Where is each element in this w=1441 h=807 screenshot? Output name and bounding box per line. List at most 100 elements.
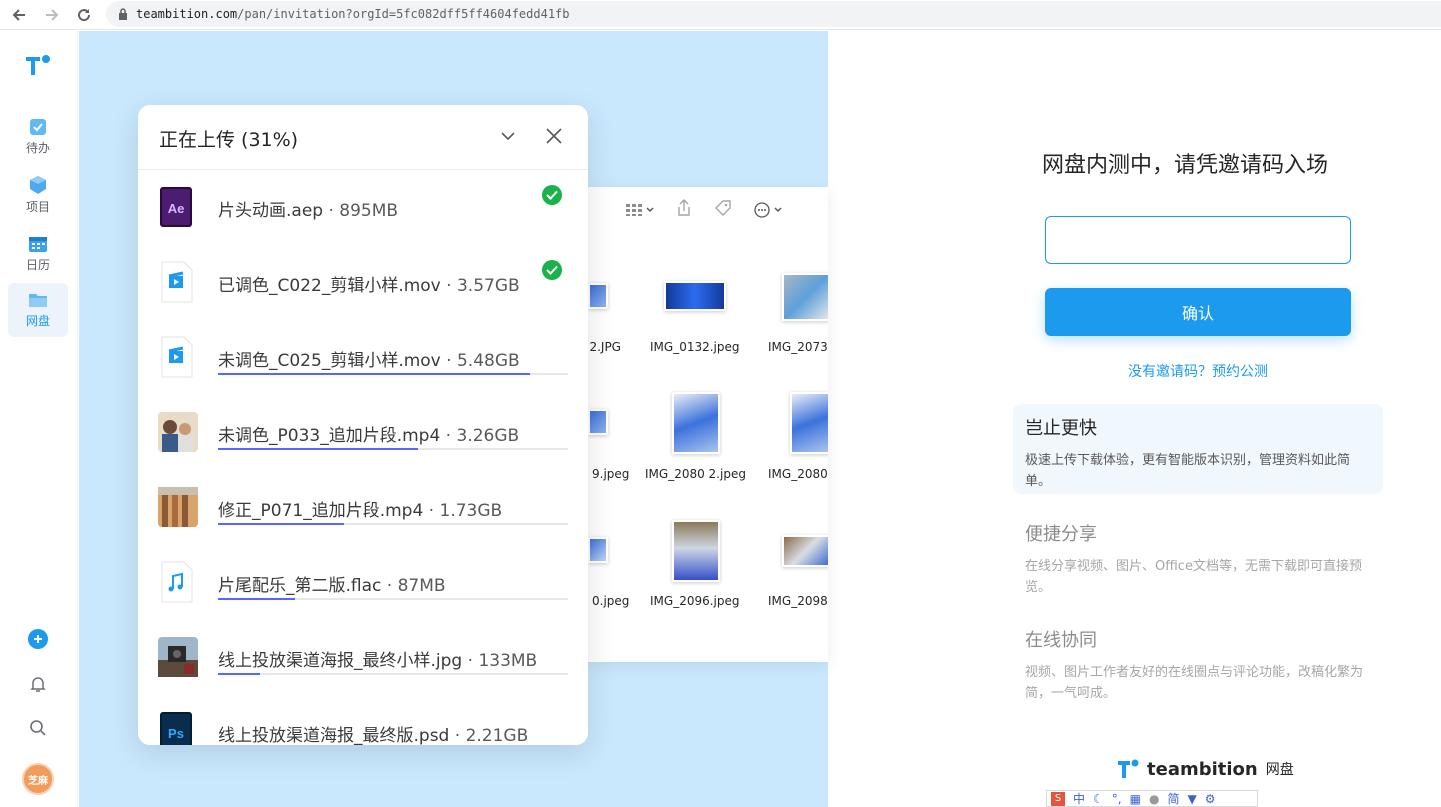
svg-text:Ps: Ps	[168, 726, 184, 741]
calendar-icon	[29, 237, 47, 252]
file-name-text: 线上投放渠道海报_最终版.psd	[218, 726, 450, 745]
feature-title: 在线协同	[1025, 630, 1097, 651]
file-size: 2.21GB	[465, 726, 529, 745]
file-thumbnail[interactable]	[672, 520, 720, 582]
upload-item[interactable]: 片尾配乐_第二版.flac · 87MB	[138, 545, 588, 620]
check-circle-icon	[542, 185, 562, 205]
file-size: 87MB	[397, 576, 446, 596]
confirm-button[interactable]: 确认	[1045, 288, 1351, 336]
ime-mode[interactable]: 中	[1073, 790, 1085, 807]
invite-code-input[interactable]	[1045, 216, 1351, 264]
upload-progress-bar	[218, 373, 568, 375]
tag-icon[interactable]	[714, 199, 732, 221]
url-text: teambition.com/pan/invitation?orgId=5fc0…	[136, 7, 570, 21]
upload-file-name: 线上投放渠道海报_最终小样.jpg · 133MB	[218, 651, 538, 671]
file-label: 9.jpeg	[592, 467, 630, 481]
folder-icon	[29, 294, 47, 307]
file-label: IMG_2096.jpeg	[650, 594, 740, 608]
file-thumbnail[interactable]	[672, 392, 720, 454]
feature-desc: 在线分享视频、图片、Office文档等，无需下载即可直接预览。	[1025, 559, 1362, 595]
file-thumbnail[interactable]	[588, 283, 608, 309]
chevron-down-icon[interactable]	[500, 127, 516, 149]
brand-logo: teambition 网盘	[1117, 758, 1294, 780]
file-name-text: 未调色_P033_追加片段.mp4	[218, 426, 441, 446]
back-icon[interactable]	[7, 3, 31, 27]
nav-label: 待办	[25, 141, 50, 155]
brand-name: teambition	[1147, 758, 1258, 780]
file-label: IMG_2098	[768, 594, 828, 608]
skin-icon[interactable]: ▼	[1187, 792, 1196, 806]
video-file-icon	[158, 336, 198, 378]
share-icon[interactable]	[676, 199, 692, 221]
svg-text:Ae: Ae	[168, 201, 185, 216]
punctuation-icon[interactable]: °,	[1112, 792, 1122, 806]
upload-title: 正在上传 (31%)	[159, 129, 299, 151]
file-thumbnail[interactable]	[588, 409, 608, 435]
nav-item-drive[interactable]: 网盘	[8, 283, 68, 337]
check-circle-icon	[542, 260, 562, 280]
file-size: 3.26GB	[456, 426, 520, 446]
upload-progress-fill	[218, 448, 418, 450]
file-label: 2 2.JPG	[588, 340, 621, 354]
settings-icon[interactable]: ⚙	[1205, 792, 1216, 806]
file-thumbnail[interactable]	[782, 535, 828, 567]
file-grid-card: 2 2.JPG IMG_0132.jpeg IMG_2073 9.jpeg IM…	[588, 187, 828, 662]
upload-file-name: 线上投放渠道海报_最终版.psd · 2.21GB	[218, 726, 529, 745]
keyboard-icon[interactable]: ▦	[1130, 792, 1141, 806]
nav-item-project[interactable]: 项目	[8, 168, 68, 222]
feature-title: 便捷分享	[1025, 524, 1097, 545]
ime-simplified[interactable]: 简	[1167, 790, 1179, 807]
upload-progress-bar	[218, 598, 568, 600]
upload-item[interactable]: 修正_P071_追加片段.mp4 · 1.73GB	[138, 470, 588, 545]
nav-item-calendar[interactable]: 日历	[8, 227, 68, 281]
grid-view-icon[interactable]	[626, 204, 654, 216]
feature-faster[interactable]: 岂止更快 极速上传下载体验，更有智能版本识别，管理资料如此简单。	[1013, 404, 1383, 494]
file-thumbnail[interactable]	[664, 281, 726, 311]
teambition-logo[interactable]	[24, 53, 52, 81]
upload-item[interactable]: Ps 线上投放渠道海报_最终版.psd · 2.21GB	[138, 695, 588, 745]
avatar[interactable]: 芝麻	[22, 763, 54, 795]
search-icon[interactable]	[29, 719, 47, 741]
upload-panel: 正在上传 (31%) Ae 片头动画.aep · 895MB 已调色_C022_剪辑…	[138, 105, 588, 745]
upload-item[interactable]: 已调色_C022_剪辑小样.mov · 3.57GB	[138, 245, 588, 320]
nav-item-todo[interactable]: 待办	[8, 109, 68, 163]
ime-toolbar: S 中 ☾ °, ▦ ● 简 ▼ ⚙	[1046, 790, 1258, 807]
photo-camera-file-icon	[158, 636, 198, 678]
file-thumbnail[interactable]	[782, 273, 828, 321]
address-bar[interactable]: teambition.com/pan/invitation?orgId=5fc0…	[106, 1, 1441, 27]
file-size: 133MB	[478, 651, 538, 671]
moon-icon[interactable]: ☾	[1093, 792, 1104, 806]
ime-logo-icon[interactable]: S	[1051, 791, 1065, 806]
file-size: 1.73GB	[439, 501, 503, 521]
close-icon[interactable]	[545, 127, 563, 149]
bell-icon[interactable]	[29, 675, 47, 697]
browser-toolbar: teambition.com/pan/invitation?orgId=5fc0…	[0, 0, 1441, 30]
reload-icon[interactable]	[72, 3, 96, 27]
nav-label: 日历	[25, 258, 50, 272]
file-thumbnail[interactable]	[588, 537, 608, 563]
ps-file-icon: Ps	[158, 711, 198, 745]
nav-label: 网盘	[25, 314, 50, 328]
file-thumbnail[interactable]	[790, 392, 828, 454]
user-icon[interactable]: ●	[1149, 792, 1159, 806]
upload-item[interactable]: 未调色_P033_追加片段.mp4 · 3.26GB	[138, 395, 588, 470]
upload-item[interactable]: 线上投放渠道海报_最终小样.jpg · 133MB	[138, 620, 588, 695]
forward-icon[interactable]	[40, 3, 64, 27]
more-icon[interactable]	[754, 202, 782, 218]
upload-progress-fill	[218, 523, 344, 525]
file-size: 5.48GB	[456, 351, 520, 371]
add-icon[interactable]	[28, 629, 48, 649]
upload-item[interactable]: 未调色_C025_剪辑小样.mov · 5.48GB	[138, 320, 588, 395]
upload-progress-fill	[218, 598, 295, 600]
feature-share[interactable]: 便捷分享 在线分享视频、图片、Office文档等，无需下载即可直接预览。	[1013, 510, 1383, 596]
lock-icon	[119, 8, 127, 20]
feature-collab[interactable]: 在线协同 视频、图片工作者友好的在线圈点与评论功能，改稿化繁为简，一气呵成。	[1013, 616, 1383, 702]
ae-file-icon: Ae	[158, 186, 198, 228]
file-size: 895MB	[339, 201, 399, 221]
upload-progress-fill	[218, 373, 530, 375]
task-icon	[30, 119, 46, 135]
upload-item[interactable]: Ae 片头动画.aep · 895MB	[138, 170, 588, 245]
file-size: 3.57GB	[456, 276, 520, 296]
upload-progress-bar	[218, 673, 568, 675]
reserve-beta-link[interactable]: 没有邀请码？预约公测	[1128, 361, 1268, 381]
